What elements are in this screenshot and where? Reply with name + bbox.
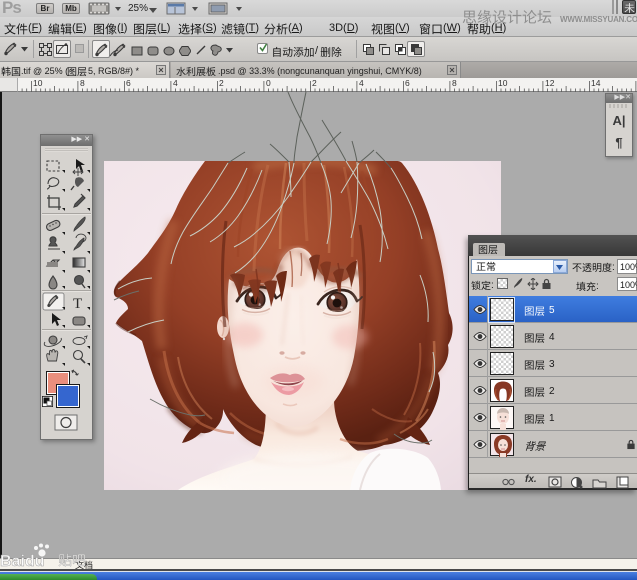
- svg-text:Baidu: Baidu: [0, 553, 44, 570]
- svg-text:T: T: [73, 296, 82, 312]
